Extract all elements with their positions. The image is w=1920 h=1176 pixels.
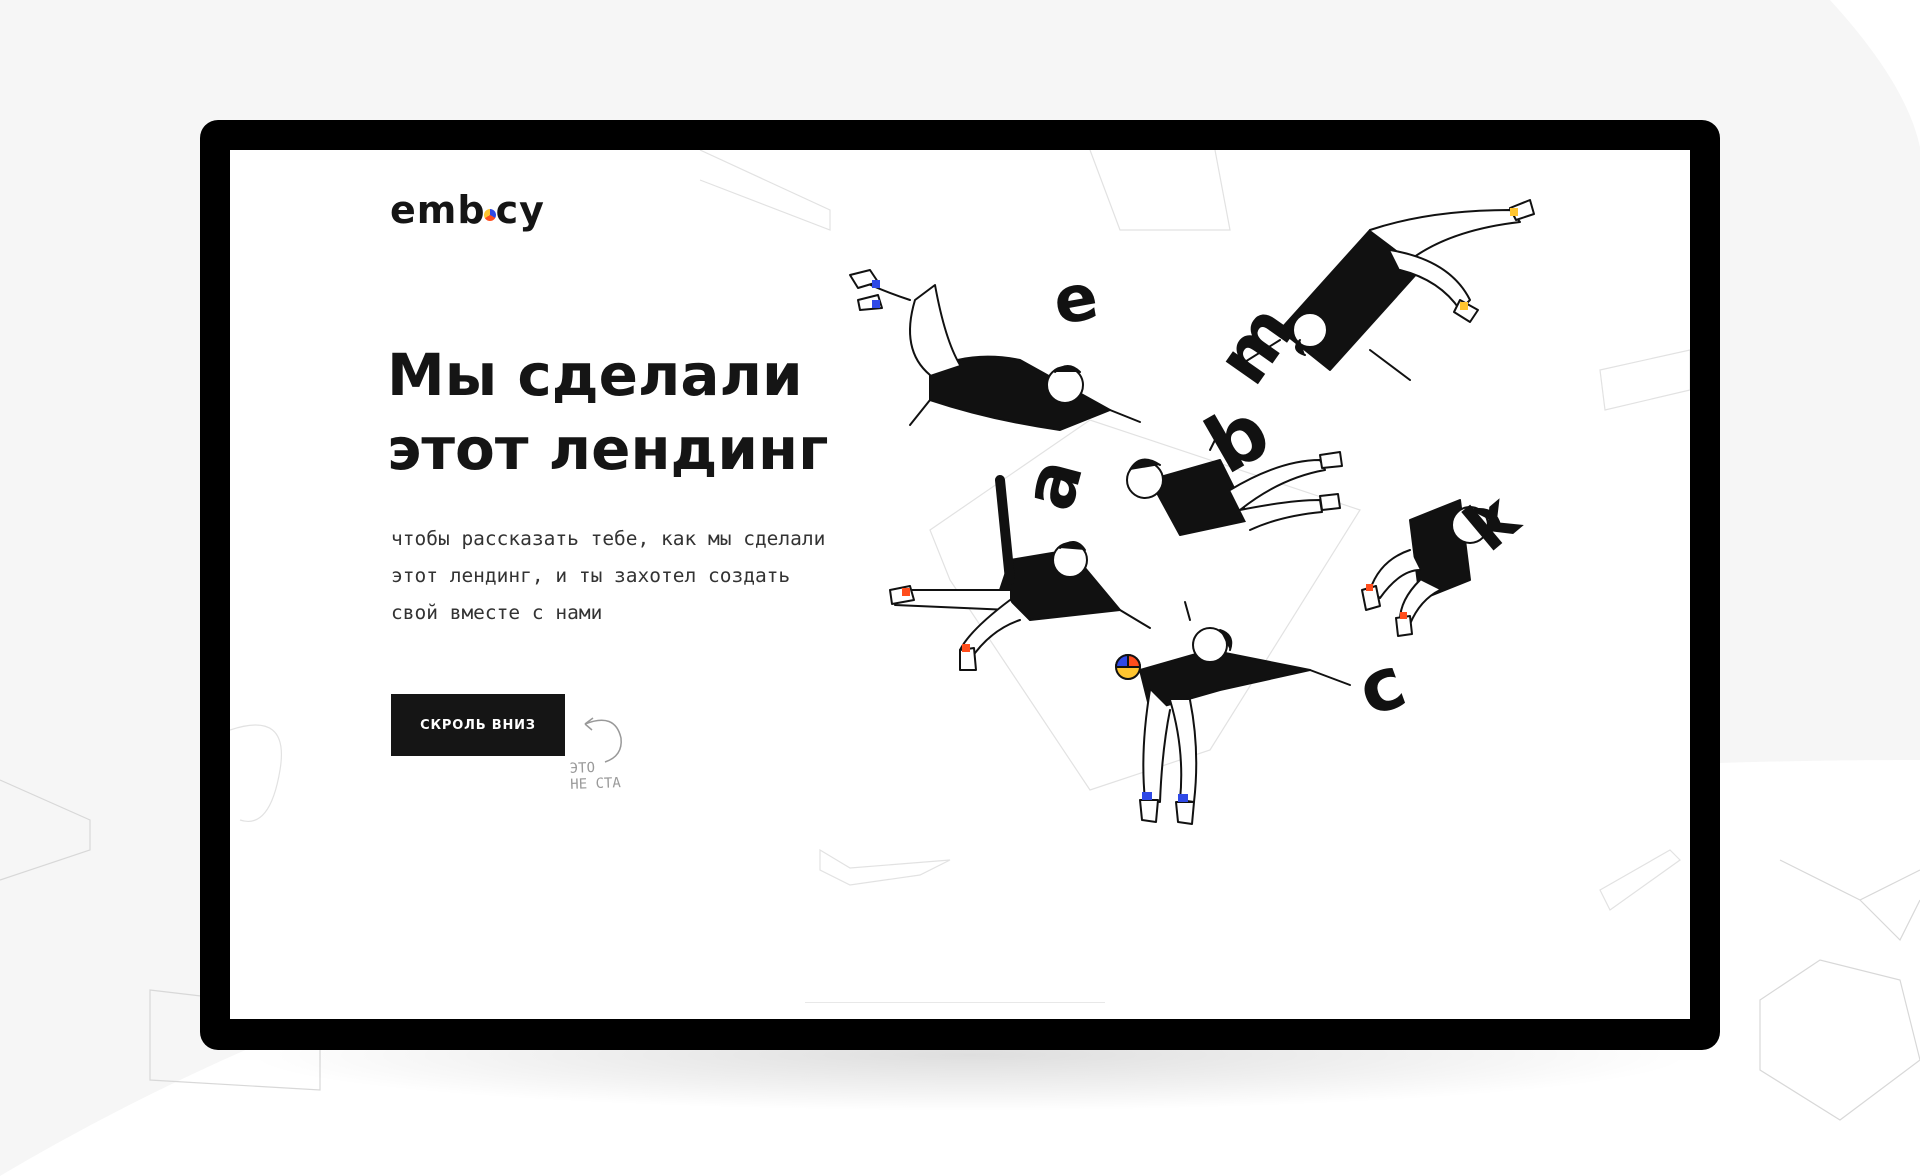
monitor-frame: emb cy Мы сделали этот лендинг чтобы расс… (200, 120, 1720, 1050)
figure-3 (889, 475, 1151, 671)
handwritten-hint: ЭТО НЕ СТА (569, 759, 621, 793)
logo-text-end: cy (495, 188, 545, 232)
scroll-down-button[interactable]: СКРОЛЬ ВНИЗ (391, 694, 565, 756)
hint-line-1: ЭТО (569, 760, 596, 777)
landing-page-screen: emb cy Мы сделали этот лендинг чтобы расс… (230, 150, 1690, 1019)
ball-icon (1115, 654, 1141, 680)
hero-illustration: e m a b k c (810, 150, 1690, 1019)
logo-dot-icon (483, 209, 496, 221)
hero-description-line-2: этот лендинг, и ты захотел создать (391, 564, 791, 587)
figure-6 (1139, 601, 1351, 825)
hero-description-line-3: свой вместе с нами (391, 601, 603, 624)
hero-description: чтобы рассказать тебе, как мы сделали эт… (391, 520, 871, 631)
hint-line-2: НЕ СТА (570, 775, 622, 793)
next-section-peek (805, 1002, 1105, 1019)
floating-people-illustration (849, 199, 1535, 825)
logo-text: emb (390, 188, 486, 232)
embacy-logo[interactable]: emb cy (390, 188, 545, 232)
hero-description-line-1: чтобы рассказать тебе, как мы сделали (391, 527, 826, 550)
